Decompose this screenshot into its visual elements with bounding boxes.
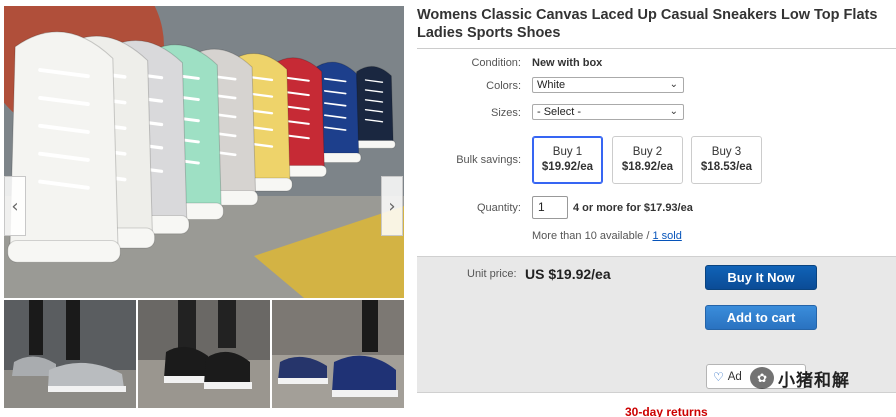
add-to-cart-button[interactable]: Add to cart [705,305,817,330]
returns-text: 30-day returns [625,405,708,417]
thumbnail-strip [4,300,404,410]
sizes-select[interactable]: - Select - ⌄ [532,104,684,120]
condition-label: Condition: [471,57,521,69]
thumbnail-grey-sneaker [4,300,136,408]
gallery-next-button[interactable]: › [381,176,403,236]
bulk-option-qty: Buy 3 [711,146,742,158]
chevron-right-icon: › [388,195,396,217]
bulk-option-price: $19.92/ea [541,161,594,173]
sizes-select-value: - Select - [537,106,582,118]
watchlist-label: Ad [727,370,742,383]
heart-icon: ♡ [713,369,724,384]
quantity-input[interactable]: 1 [532,196,568,219]
sizes-label: Sizes: [491,107,521,119]
condition-value: New with box [532,57,603,69]
thumbnail-2[interactable] [138,300,270,408]
thumbnail-black-sneaker [138,300,270,408]
thumbnail-navy-sneaker [272,300,404,408]
colors-label: Colors: [486,80,521,92]
buy-it-now-button[interactable]: Buy It Now [705,265,817,290]
chevron-down-icon: ⌄ [669,106,678,117]
bulk-option-buy-2[interactable]: Buy 2 $18.92/ea [612,136,683,184]
gallery-prev-button[interactable]: ‹ [4,176,26,236]
bulk-option-buy-3[interactable]: Buy 3 $18.53/ea [691,136,762,184]
bulk-savings-label: Bulk savings: [456,154,521,166]
availability-count: More than 10 available / [532,230,653,242]
bulk-option-buy-1[interactable]: Buy 1 $19.92/ea [532,136,603,184]
quantity-label: Quantity: [476,202,521,214]
main-product-photo[interactable] [4,6,404,298]
thumbnail-1[interactable] [4,300,136,408]
bulk-option-qty: Buy 2 [632,146,663,158]
bulk-option-price: $18.92/ea [621,161,674,173]
watermark-logo-icon: ✿ [750,367,774,389]
bulk-option-price: $18.53/ea [700,161,753,173]
bulk-option-qty: Buy 1 [552,146,583,158]
unit-price-value: US $19.92/ea [525,266,611,282]
thumbnail-3[interactable] [272,300,404,408]
image-gallery: ‹ › [0,0,407,417]
product-title: Womens Classic Canvas Laced Up Casual Sn… [417,7,878,41]
bulk-discount-note: 4 or more for $17.93/ea [573,202,693,214]
sold-link[interactable]: 1 sold [652,230,681,242]
watermark: ✿ 小猪和解 [750,364,880,392]
sneaker-shoe [352,66,396,149]
title-divider [417,48,896,49]
chevron-left-icon: ‹ [11,195,19,217]
colors-select[interactable]: White ⌄ [532,77,684,93]
colors-select-value: White [537,79,566,91]
watermark-text: 小猪和解 [778,370,850,391]
chevron-down-icon: ⌄ [669,79,678,90]
sneakers-row-illustration [4,6,404,298]
unit-price-label: Unit price: [467,268,517,280]
availability-text: More than 10 available / 1 sold [532,230,682,242]
